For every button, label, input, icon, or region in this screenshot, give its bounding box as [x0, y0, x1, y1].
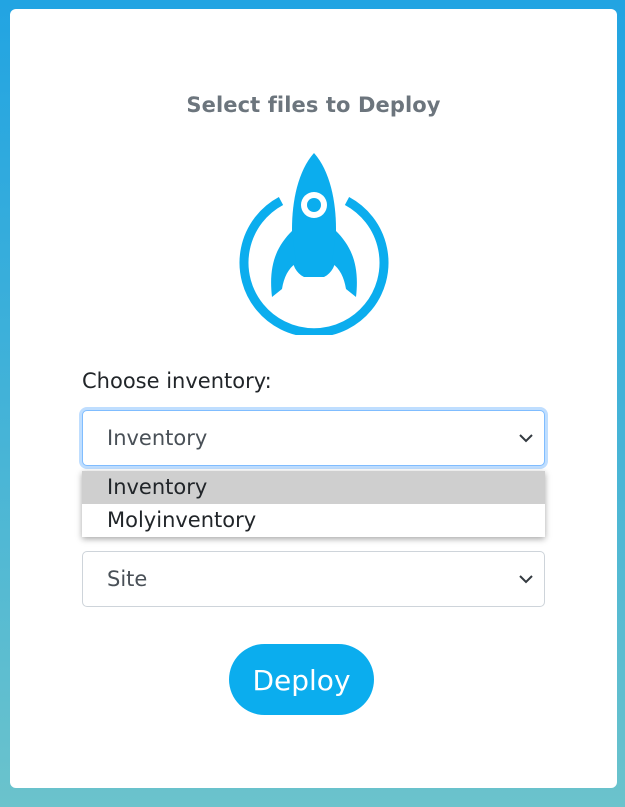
deploy-button[interactable]: Deploy [229, 644, 374, 715]
deploy-card: Select files to Deploy Choose inventory:… [10, 9, 617, 788]
rocket-icon [239, 153, 389, 335]
inventory-select-value: Inventory [107, 426, 208, 450]
chevron-down-icon [519, 434, 533, 443]
chevron-down-icon [519, 575, 533, 584]
inventory-label: Choose inventory: [82, 369, 272, 393]
page-title: Select files to Deploy [186, 93, 441, 117]
site-select-value: Site [107, 567, 148, 591]
site-select[interactable]: Site [82, 551, 545, 607]
dropdown-option-inventory[interactable]: Inventory [82, 471, 545, 504]
dropdown-option-molyinventory[interactable]: Molyinventory [82, 504, 545, 537]
inventory-select[interactable]: Inventory [82, 410, 545, 466]
inventory-dropdown-list: Inventory Molyinventory [82, 471, 545, 537]
